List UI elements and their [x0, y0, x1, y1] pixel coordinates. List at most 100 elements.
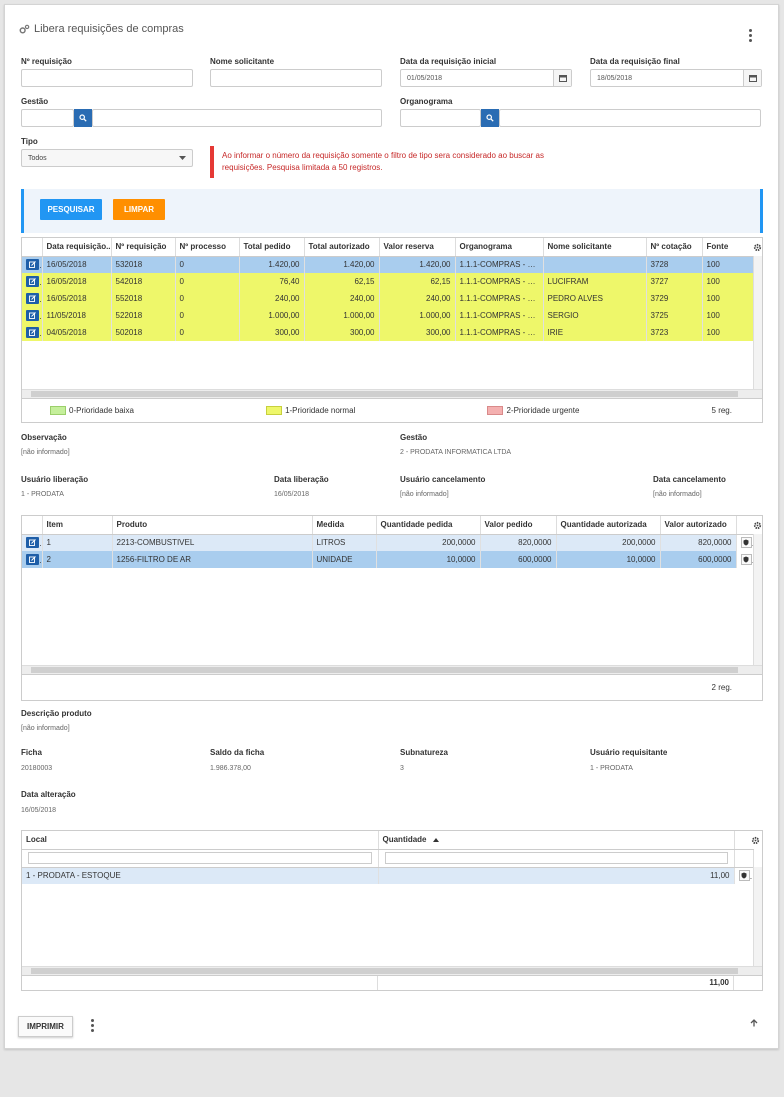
record-count: 5 reg.	[711, 406, 732, 415]
gestao-code-input[interactable]	[21, 109, 74, 127]
vertical-scrollbar[interactable]	[753, 867, 762, 966]
horizontal-scrollbar[interactable]	[22, 389, 762, 398]
date-start-input[interactable]: 01/05/2018	[400, 69, 572, 87]
edit-icon[interactable]	[26, 276, 39, 287]
vertical-scrollbar[interactable]	[753, 256, 762, 389]
organograma-search-button[interactable]	[481, 109, 499, 127]
legend-urgent: 2-Prioridade urgente	[487, 406, 579, 416]
table-cell: 1.1.1-COMPRAS - SE...	[455, 256, 544, 273]
col-header[interactable]: Nº cotação	[646, 238, 703, 257]
shield-icon[interactable]	[740, 554, 752, 565]
calendar-icon[interactable]	[743, 70, 761, 86]
gestao-detail-label: Gestão	[400, 433, 428, 442]
table-cell: 3729	[646, 290, 703, 307]
col-header[interactable]: Total pedido	[239, 238, 305, 257]
table-row[interactable]: 1 - PRODATA - ESTOQUE 11,00	[22, 867, 754, 884]
table-cell: 240,00	[239, 290, 305, 307]
table-cell: 1.1.1-COMPRAS - SE...	[455, 290, 544, 307]
organograma-name-input[interactable]	[499, 109, 761, 127]
table-cell: 100	[702, 307, 754, 324]
print-button[interactable]: IMPRIMIR	[18, 1016, 73, 1037]
table-row[interactable]: 16/05/2018 552018 0 240,00 240,00 240,00…	[22, 290, 754, 307]
table-cell: 600,0000	[480, 551, 557, 568]
edit-icon[interactable]	[26, 259, 39, 271]
date-alt-label: Data alteração	[21, 790, 76, 799]
vertical-scrollbar[interactable]	[753, 534, 762, 665]
col-header[interactable]: Valor autorizado	[660, 516, 737, 535]
col-header[interactable]: Valor reserva	[379, 238, 456, 257]
arrow-up-icon[interactable]	[750, 1019, 758, 1029]
col-header[interactable]: Local	[22, 831, 379, 850]
table-row[interactable]: 04/05/2018 502018 0 300,00 300,00 300,00…	[22, 324, 754, 341]
requisitions-footer: 0-Prioridade baixa 1-Prioridade normal 2…	[21, 399, 763, 423]
local-filter-input[interactable]	[28, 852, 372, 864]
col-header[interactable]: Total autorizado	[304, 238, 380, 257]
table-cell: SERGIO	[543, 307, 647, 324]
gestao-name-input[interactable]	[92, 109, 382, 127]
table-cell: 1.000,00	[239, 307, 305, 324]
table-cell: 1.420,00	[304, 256, 380, 273]
table-cell: UNIDADE	[312, 551, 377, 568]
edit-icon[interactable]	[26, 310, 39, 321]
table-cell: 04/05/2018	[42, 324, 112, 341]
table-cell: 3728	[646, 256, 703, 273]
filter-row	[22, 849, 754, 868]
edit-icon[interactable]	[26, 293, 39, 304]
edit-icon[interactable]	[26, 537, 39, 549]
desc-value: [não informado]	[21, 725, 70, 732]
items-grid: Item Produto Medida Quantidade pedida Va…	[21, 515, 763, 675]
col-header[interactable]: Nº processo	[175, 238, 240, 257]
search-button[interactable]: PESQUISAR	[40, 199, 102, 220]
shield-icon[interactable]	[740, 537, 752, 549]
table-cell: 200,0000	[376, 534, 481, 551]
table-cell: 16/05/2018	[42, 290, 112, 307]
page-header: Libera requisições de compras	[19, 23, 184, 35]
gear-icon[interactable]	[748, 831, 762, 849]
horizontal-scrollbar[interactable]	[22, 966, 762, 975]
table-row[interactable]: 2 1256-FILTRO DE AR UNIDADE 10,0000 600,…	[22, 551, 754, 568]
table-row[interactable]: 16/05/2018 542018 0 76,40 62,15 62,15 1.…	[22, 273, 754, 290]
quantity-filter-input[interactable]	[384, 852, 728, 864]
tipo-select[interactable]: Todos	[21, 149, 193, 167]
col-header[interactable]: Nº requisição	[111, 238, 176, 257]
search-icon	[79, 114, 87, 122]
col-header[interactable]: Item	[42, 516, 113, 535]
gear-icon[interactable]	[752, 516, 762, 534]
user-cancel-value: [não informado]	[400, 491, 449, 498]
table-cell: 3723	[646, 324, 703, 341]
organograma-code-input[interactable]	[400, 109, 481, 127]
col-header[interactable]: Fonte	[702, 238, 754, 257]
col-header[interactable]: Medida	[312, 516, 377, 535]
col-header[interactable]: Nome solicitante	[543, 238, 647, 257]
date-end-input[interactable]: 18/05/2018	[590, 69, 762, 87]
more-options-icon[interactable]	[90, 1019, 94, 1032]
col-header[interactable]: Organograma	[455, 238, 544, 257]
col-header[interactable]: Valor pedido	[480, 516, 557, 535]
table-row[interactable]: 1 2213-COMBUSTIVEL LITROS 200,0000 820,0…	[22, 534, 754, 551]
table-row[interactable]: 16/05/2018 532018 0 1.420,00 1.420,00 1.…	[22, 256, 754, 273]
edit-icon[interactable]	[26, 554, 39, 565]
table-row[interactable]: 11/05/2018 522018 0 1.000,00 1.000,00 1.…	[22, 307, 754, 324]
select-column-header	[22, 238, 43, 257]
gestao-search-button[interactable]	[74, 109, 92, 127]
table-cell: 100	[702, 273, 754, 290]
table-cell: 11/05/2018	[42, 307, 112, 324]
col-header[interactable]: Quantidade autorizada	[556, 516, 661, 535]
table-cell: 240,00	[304, 290, 380, 307]
gear-icon[interactable]	[752, 238, 762, 256]
edit-icon[interactable]	[26, 327, 39, 338]
table-cell: 522018	[111, 307, 176, 324]
col-header-sorted[interactable]: Quantidade	[378, 831, 735, 850]
col-header[interactable]: Produto	[112, 516, 313, 535]
requester-input[interactable]	[210, 69, 382, 87]
more-options-icon[interactable]	[748, 29, 752, 42]
req-num-input[interactable]	[21, 69, 193, 87]
date-cancel-label: Data cancelamento	[653, 475, 726, 484]
table-cell: 62,15	[304, 273, 380, 290]
col-header[interactable]: Data requisição...	[42, 238, 112, 257]
col-header[interactable]: Quantidade pedida	[376, 516, 481, 535]
shield-icon[interactable]	[738, 870, 750, 882]
horizontal-scrollbar[interactable]	[22, 665, 762, 674]
clear-button[interactable]: LIMPAR	[113, 199, 165, 220]
calendar-icon[interactable]	[553, 70, 571, 86]
